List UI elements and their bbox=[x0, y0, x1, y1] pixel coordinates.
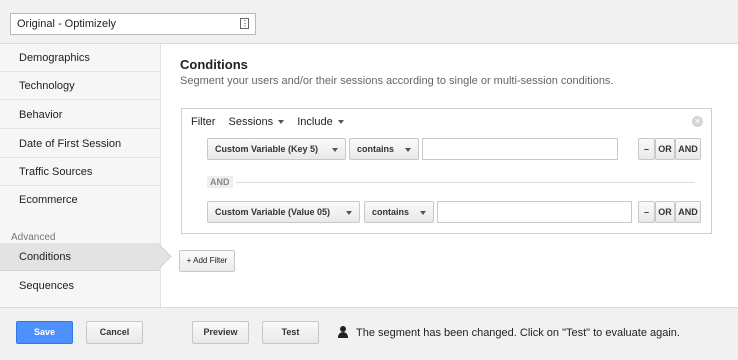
segment-name-field[interactable]: Original - Optimizely ⋮ bbox=[10, 13, 256, 35]
sidebar-item-label: Technology bbox=[19, 80, 75, 92]
sidebar-item-demographics[interactable]: Demographics bbox=[0, 44, 160, 72]
condition-value-input[interactable] bbox=[422, 138, 618, 160]
sidebar: Demographics Technology Behavior Date of… bbox=[0, 44, 161, 307]
remove-condition-button[interactable]: – bbox=[638, 138, 655, 160]
chevron-down-icon bbox=[332, 148, 338, 152]
chevron-down-icon bbox=[346, 211, 352, 215]
and-separator: AND bbox=[207, 176, 695, 188]
dimension-dropdown[interactable]: Custom Variable (Key 5) bbox=[207, 138, 346, 160]
status-message: The segment has been changed. Click on "… bbox=[356, 327, 680, 339]
dimension-value: Custom Variable (Value 05) bbox=[215, 207, 331, 217]
chevron-down-icon bbox=[278, 120, 285, 125]
sidebar-item-traffic-sources[interactable]: Traffic Sources bbox=[0, 158, 160, 186]
chevron-down-icon bbox=[405, 148, 411, 152]
remove-condition-button[interactable]: – bbox=[638, 201, 655, 223]
add-filter-button[interactable]: + Add Filter bbox=[179, 250, 235, 272]
sidebar-item-date-of-first-session[interactable]: Date of First Session bbox=[0, 130, 160, 158]
sidebar-item-conditions[interactable]: Conditions bbox=[0, 243, 160, 271]
cancel-button[interactable]: Cancel bbox=[86, 321, 143, 344]
document-icon[interactable]: ⋮ bbox=[240, 18, 249, 29]
save-button[interactable]: Save bbox=[16, 321, 73, 344]
mode-dropdown[interactable]: Include bbox=[297, 116, 344, 128]
user-icon bbox=[338, 326, 348, 338]
and-button[interactable]: AND bbox=[675, 138, 701, 160]
or-button[interactable]: OR bbox=[655, 201, 675, 223]
scope-dropdown[interactable]: Sessions bbox=[229, 116, 285, 128]
segment-header: Original - Optimizely ⋮ bbox=[0, 0, 738, 44]
or-button[interactable]: OR bbox=[655, 138, 675, 160]
segment-name-text: Original - Optimizely bbox=[17, 18, 117, 30]
page-title: Conditions bbox=[180, 57, 248, 72]
dimension-dropdown[interactable]: Custom Variable (Value 05) bbox=[207, 201, 360, 223]
test-button[interactable]: Test bbox=[262, 321, 319, 344]
preview-button[interactable]: Preview bbox=[192, 321, 249, 344]
remove-filter-icon[interactable]: ✕ bbox=[692, 116, 703, 127]
page-subtitle: Segment your users and/or their sessions… bbox=[180, 75, 614, 87]
sidebar-item-label: Demographics bbox=[19, 52, 90, 64]
operator-value: contains bbox=[357, 144, 395, 154]
sidebar-item-label: Conditions bbox=[19, 251, 71, 263]
operator-value: contains bbox=[372, 207, 410, 217]
sidebar-group-advanced: Advanced bbox=[11, 232, 56, 243]
scope-value: Sessions bbox=[228, 116, 274, 128]
footer-bar: Save Cancel Preview Test The segment has… bbox=[0, 307, 738, 360]
and-button[interactable]: AND bbox=[675, 201, 701, 223]
sidebar-item-sequences[interactable]: Sequences bbox=[0, 272, 160, 300]
sidebar-item-behavior[interactable]: Behavior bbox=[0, 101, 160, 129]
operator-dropdown[interactable]: contains bbox=[349, 138, 419, 160]
filter-header: Filter Sessions Include bbox=[191, 116, 354, 128]
filter-box: Filter Sessions Include ✕ Custom Variabl… bbox=[181, 108, 712, 234]
condition-value-input[interactable] bbox=[437, 201, 632, 223]
sidebar-item-label: Date of First Session bbox=[19, 138, 122, 150]
chevron-down-icon bbox=[337, 120, 344, 125]
conditions-panel: Conditions Segment your users and/or the… bbox=[161, 44, 738, 307]
sidebar-item-label: Traffic Sources bbox=[19, 166, 93, 178]
sidebar-item-label: Ecommerce bbox=[19, 194, 78, 206]
operator-dropdown[interactable]: contains bbox=[364, 201, 434, 223]
and-separator-label: AND bbox=[207, 176, 233, 188]
chevron-down-icon bbox=[420, 211, 426, 215]
dimension-value: Custom Variable (Key 5) bbox=[215, 144, 319, 154]
divider bbox=[236, 182, 695, 183]
sidebar-item-technology[interactable]: Technology bbox=[0, 72, 160, 100]
sidebar-item-label: Behavior bbox=[19, 109, 63, 121]
mode-value: Include bbox=[297, 116, 333, 128]
filter-label: Filter bbox=[191, 116, 216, 128]
sidebar-item-ecommerce[interactable]: Ecommerce bbox=[0, 186, 160, 230]
sidebar-item-label: Sequences bbox=[19, 280, 75, 292]
